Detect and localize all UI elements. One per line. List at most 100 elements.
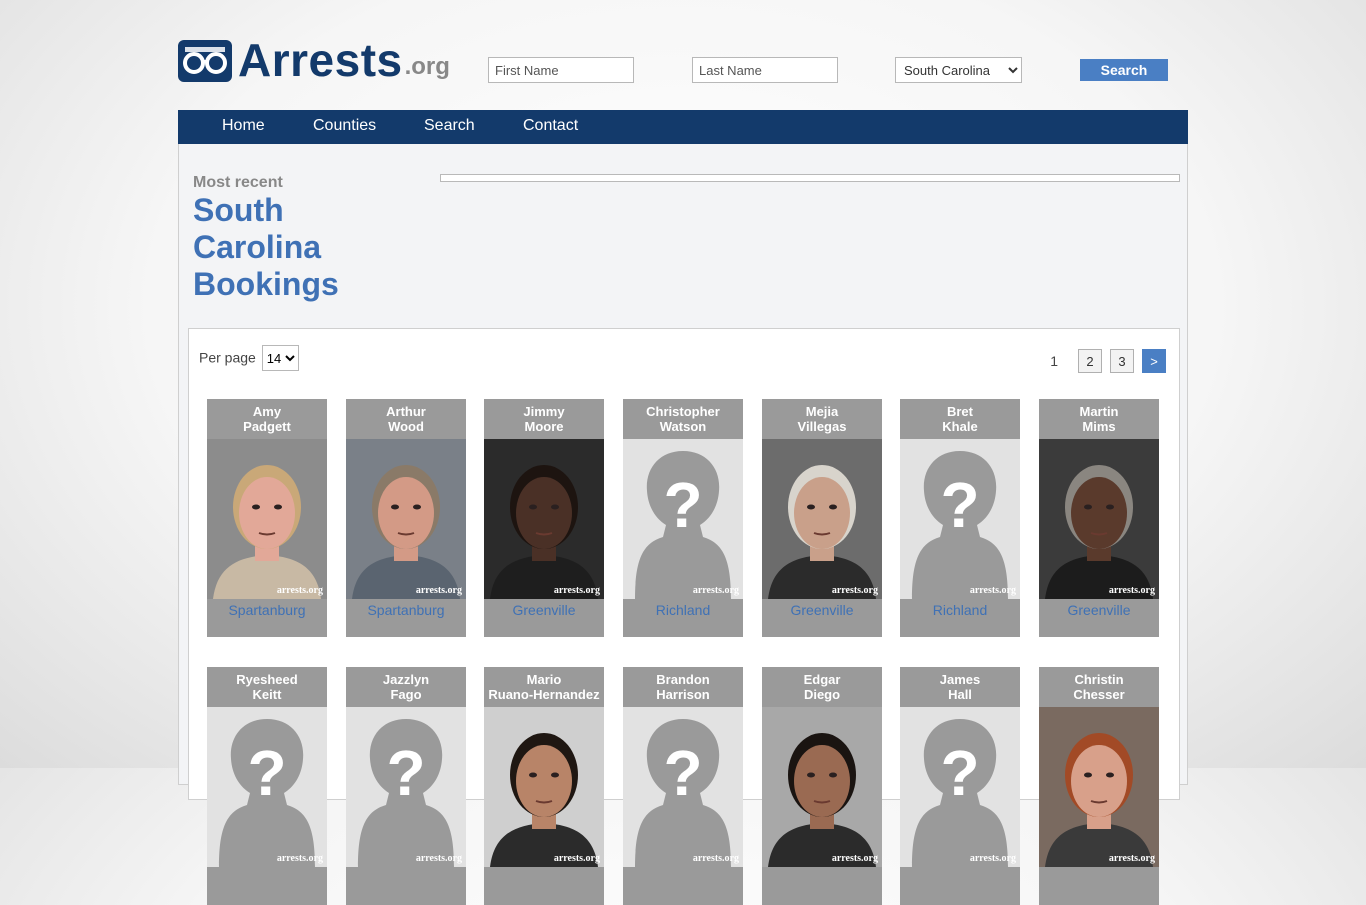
bookings-grid: Per page 14 1 2 3 > Amy Padgett arrests.or… [188,328,1180,905]
page-title-line: South [193,192,284,228]
booking-card[interactable]: James Hall? arrests.org [900,667,1020,905]
content-area: Most recent South Carolina Bookings Per … [178,144,1188,905]
per-page-select[interactable]: 14 [261,345,299,371]
booking-last-name: Keitt [252,687,282,702]
booking-county-link[interactable]: Greenville [484,599,604,621]
photo-watermark: arrests.org [1108,853,1155,864]
svg-text:?: ? [663,737,702,809]
nav-search[interactable]: Search [424,110,475,142]
last-name-input[interactable] [692,57,838,83]
mugshot-photo[interactable]: arrests.org [1039,439,1159,599]
booking-card[interactable]: Arthur Wood arrests.org Spartanburg [346,399,466,637]
booking-first-name: Bret [946,404,973,419]
per-page-label: Per page [199,349,256,366]
booking-card[interactable]: Mario Ruano-Hernandez arrests.org [484,667,604,905]
svg-text:?: ? [247,737,286,809]
main-nav: Home Counties Search Contact [178,110,1188,144]
booking-first-name: Ryesheed [236,672,298,687]
booking-name[interactable]: Jimmy Moore [484,399,604,439]
booking-last-name: Diego [803,687,841,702]
booking-first-name: Christopher [646,404,720,419]
photo-watermark: arrests.org [831,585,878,596]
no-photo-silhouette-icon[interactable]: ? arrests.org [346,707,466,867]
no-photo-silhouette-icon[interactable]: ? arrests.org [207,707,327,867]
mugshot-photo[interactable]: arrests.org [207,439,327,599]
photo-watermark: arrests.org [276,585,323,596]
booking-name[interactable]: Jazzlyn Fago [346,667,466,707]
booking-name[interactable]: Martin Mims [1039,399,1159,439]
booking-name[interactable]: Arthur Wood [346,399,466,439]
booking-last-name: Ruano-Hernandez [488,687,600,702]
photo-watermark: arrests.org [692,853,739,864]
booking-card[interactable]: Christopher Watson? arrests.org Richland [623,399,743,637]
no-photo-silhouette-icon[interactable]: ? arrests.org [623,707,743,867]
booking-last-name: Harrison [656,687,710,702]
booking-county-link[interactable]: Richland [623,599,743,621]
booking-card[interactable]: Jimmy Moore arrests.org Greenville [484,399,604,637]
mugshot-photo[interactable]: arrests.org [346,439,466,599]
mugshot-photo[interactable]: arrests.org [484,707,604,867]
booking-name[interactable]: Bret Khale [900,399,1020,439]
page-title: South Carolina Bookings [193,192,393,303]
page-title-line: Bookings [193,266,339,302]
svg-text:?: ? [663,469,702,541]
booking-first-name: Edgar [803,672,841,687]
first-name-input[interactable] [488,57,634,83]
booking-name[interactable]: Edgar Diego [762,667,882,707]
booking-card[interactable]: Mejia Villegas arrests.org Greenville [762,399,882,637]
booking-county-link[interactable]: Richland [900,599,1020,621]
nav-home[interactable]: Home [222,110,265,142]
booking-county-link[interactable]: Greenville [762,599,882,621]
search-button[interactable]: Search [1080,59,1168,81]
booking-county-link[interactable]: Spartanburg [207,599,327,621]
state-select[interactable]: South Carolina [895,57,1022,83]
booking-card[interactable]: Jazzlyn Fago? arrests.org [346,667,466,905]
svg-text:?: ? [940,469,979,541]
booking-card[interactable]: Amy Padgett arrests.org Spartanburg [207,399,327,637]
mugshot-photo[interactable]: arrests.org [1039,707,1159,867]
booking-card[interactable]: Martin Mims arrests.org Greenville [1039,399,1159,637]
next-page-button[interactable]: > [1142,349,1166,373]
photo-watermark: arrests.org [692,585,739,596]
booking-name[interactable]: James Hall [900,667,1020,707]
booking-name[interactable]: Christin Chesser [1039,667,1159,707]
booking-name[interactable]: Brandon Harrison [623,667,743,707]
nav-contact[interactable]: Contact [523,110,578,142]
booking-first-name: Christin [1074,672,1124,687]
booking-name[interactable]: Mejia Villegas [762,399,882,439]
page-3-button[interactable]: 3 [1110,349,1134,373]
booking-county-link[interactable]: Greenville [1039,599,1159,621]
booking-last-name: Watson [659,419,707,434]
photo-watermark: arrests.org [415,853,462,864]
booking-card[interactable]: Edgar Diego arrests.org [762,667,882,905]
photo-watermark: arrests.org [1108,585,1155,596]
booking-first-name: Jazzlyn [382,672,430,687]
no-photo-silhouette-icon[interactable]: ? arrests.org [900,707,1020,867]
mugshot-photo[interactable]: arrests.org [484,439,604,599]
mugshot-photo[interactable]: arrests.org [762,439,882,599]
booking-card[interactable]: Christin Chesser arrests.org [1039,667,1159,905]
page-2-button[interactable]: 2 [1078,349,1102,373]
no-photo-silhouette-icon[interactable]: ? arrests.org [900,439,1020,599]
booking-name[interactable]: Ryesheed Keitt [207,667,327,707]
no-photo-silhouette-icon[interactable]: ? arrests.org [623,439,743,599]
booking-card[interactable]: Ryesheed Keitt? arrests.org [207,667,327,905]
booking-first-name: Mejia [805,404,839,419]
booking-name[interactable]: Christopher Watson [623,399,743,439]
nav-counties[interactable]: Counties [313,110,376,142]
photo-watermark: arrests.org [415,585,462,596]
booking-name[interactable]: Amy Padgett [207,399,327,439]
handcuffs-logo-icon [178,40,232,82]
site-header: Arrests .org South Carolina Search [178,34,1188,94]
svg-text:?: ? [940,737,979,809]
booking-card[interactable]: Bret Khale? arrests.org Richland [900,399,1020,637]
booking-last-name: Chesser [1073,687,1125,702]
booking-first-name: Jimmy [523,404,565,419]
ad-banner [440,174,1180,182]
mugshot-photo[interactable]: arrests.org [762,707,882,867]
booking-card[interactable]: Brandon Harrison? arrests.org [623,667,743,905]
site-logo[interactable]: Arrests .org [178,36,450,83]
current-page: 1 [1050,353,1058,369]
booking-name[interactable]: Mario Ruano-Hernandez [484,667,604,707]
booking-county-link[interactable]: Spartanburg [346,599,466,621]
